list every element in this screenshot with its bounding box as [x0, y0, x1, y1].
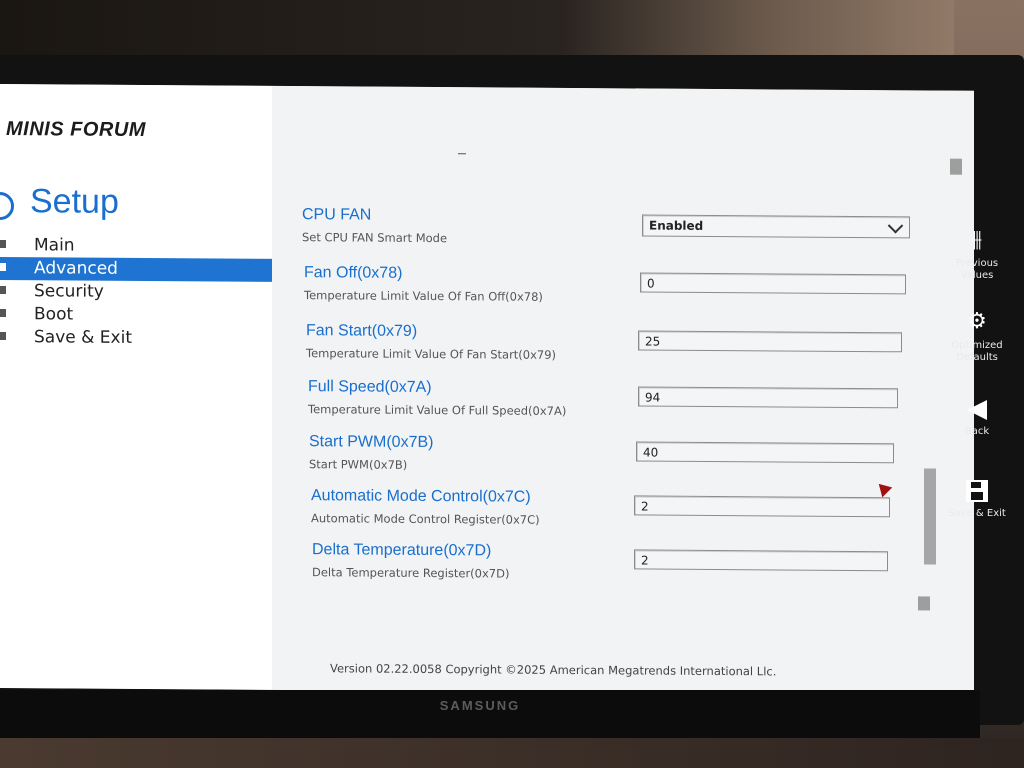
- menu-item-save-exit[interactable]: Save & Exit: [0, 326, 276, 351]
- background-wall: [0, 0, 1024, 60]
- setting-automatic-mode-control: Automatic Mode Control(0x7C) Automatic M…: [311, 487, 540, 527]
- chevron-down-icon: [887, 217, 904, 234]
- bios-screen: MINIS FORUM Setup Main Advanced Security…: [0, 84, 974, 695]
- setting-delta-temperature: Delta Temperature(0x7D) Delta Temperatur…: [312, 541, 509, 580]
- function-label: Back: [964, 426, 990, 437]
- floppy-disk-icon: [966, 480, 988, 502]
- setting-full-speed: Full Speed(0x7A) Temperature Limit Value…: [308, 378, 566, 418]
- sliders-icon: ⫵: [971, 227, 983, 252]
- advanced-icon: [0, 262, 6, 272]
- monitor-brand-logo: SAMSUNG: [439, 698, 521, 713]
- setting-label: Start PWM(0x7B): [309, 433, 434, 452]
- setup-icon: [0, 191, 14, 221]
- setting-label: Fan Start(0x79): [306, 322, 418, 340]
- setting-label: Automatic Mode Control(0x7C): [311, 487, 531, 506]
- setting-help: Temperature Limit Value Of Fan Start(0x7…: [306, 346, 557, 362]
- save-exit-button[interactable]: Save & Exit: [930, 480, 1024, 520]
- setting-help: Temperature Limit Value Of Full Speed(0x…: [308, 402, 567, 418]
- setting-help: Set CPU FAN Smart Mode: [302, 230, 448, 246]
- setting-help: Start PWM(0x7B): [309, 457, 408, 472]
- menu-item-label: Boot: [34, 304, 74, 325]
- menu-item-label: Security: [34, 281, 104, 302]
- setting-label: Delta Temperature(0x7D): [312, 541, 492, 560]
- main-menu: Main Advanced Security Boot Save & Exit: [0, 234, 276, 351]
- main-icon: [0, 239, 6, 249]
- menu-item-label: Main: [34, 235, 75, 256]
- setting-label: Full Speed(0x7A): [308, 378, 432, 397]
- menu-item-boot[interactable]: Boot: [0, 303, 276, 328]
- delta-temperature-input[interactable]: 2: [634, 549, 888, 572]
- menu-item-security[interactable]: Security: [0, 280, 276, 305]
- gear-icon: ⚙: [967, 309, 987, 334]
- setting-help: Automatic Mode Control Register(0x7C): [311, 511, 540, 527]
- setting-label: Fan Off(0x78): [304, 264, 403, 282]
- previous-values-button[interactable]: ⫵ Previous Values: [930, 228, 1024, 282]
- mouse-cursor-icon: [873, 478, 893, 498]
- back-button[interactable]: Back: [930, 400, 1024, 438]
- automatic-mode-control-input[interactable]: 2: [634, 495, 890, 518]
- select-value: Enabled: [649, 218, 704, 233]
- menu-item-label: Advanced: [34, 258, 118, 279]
- fan-start-input[interactable]: 25: [638, 330, 902, 353]
- security-icon: [0, 285, 6, 295]
- function-label: Defaults: [956, 352, 998, 363]
- settings-panel: CPU FAN Set CPU FAN Smart Mode Enabled F…: [272, 85, 974, 695]
- scrollbar-top[interactable]: [950, 158, 962, 175]
- scrollbar-bottom[interactable]: [918, 596, 930, 611]
- setting-help: Temperature Limit Value Of Fan Off(0x78): [304, 288, 543, 304]
- sidebar: MINIS FORUM Setup Main Advanced Security…: [0, 84, 276, 690]
- function-label: Optimized: [951, 340, 1003, 351]
- menu-item-main[interactable]: Main: [0, 234, 276, 259]
- function-label: Save & Exit: [948, 508, 1006, 519]
- menu-item-advanced[interactable]: Advanced: [0, 257, 276, 282]
- save-exit-icon: [0, 331, 6, 341]
- setting-fan-off: Fan Off(0x78) Temperature Limit Value Of…: [304, 264, 543, 304]
- function-bar: ⫵ Previous Values ⚙ Optimized Defaults B…: [930, 200, 1024, 540]
- cpu-fan-select[interactable]: Enabled: [642, 214, 910, 239]
- function-label: Values: [960, 270, 994, 281]
- start-pwm-input[interactable]: 40: [636, 441, 894, 464]
- back-arrow-icon: [967, 400, 987, 420]
- fan-off-input[interactable]: 0: [640, 272, 906, 295]
- setup-title: Setup: [30, 182, 119, 221]
- brand-logo: MINIS FORUM: [6, 118, 146, 142]
- divider: [458, 153, 466, 155]
- menu-item-label: Save & Exit: [34, 327, 132, 348]
- setting-cpu-fan: CPU FAN Set CPU FAN Smart Mode: [302, 206, 447, 245]
- setting-label: CPU FAN: [302, 206, 372, 224]
- function-label: Previous: [955, 258, 999, 269]
- setting-start-pwm: Start PWM(0x7B) Start PWM(0x7B): [309, 433, 433, 472]
- full-speed-input[interactable]: 94: [638, 386, 898, 409]
- desk-surface: [0, 738, 1024, 768]
- boot-icon: [0, 308, 6, 318]
- setting-help: Delta Temperature Register(0x7D): [312, 565, 510, 581]
- optimized-defaults-button[interactable]: ⚙ Optimized Defaults: [930, 310, 1024, 364]
- setting-fan-start: Fan Start(0x79) Temperature Limit Value …: [306, 322, 556, 362]
- copyright-footer: Version 02.22.0058 Copyright ©2025 Ameri…: [330, 661, 777, 679]
